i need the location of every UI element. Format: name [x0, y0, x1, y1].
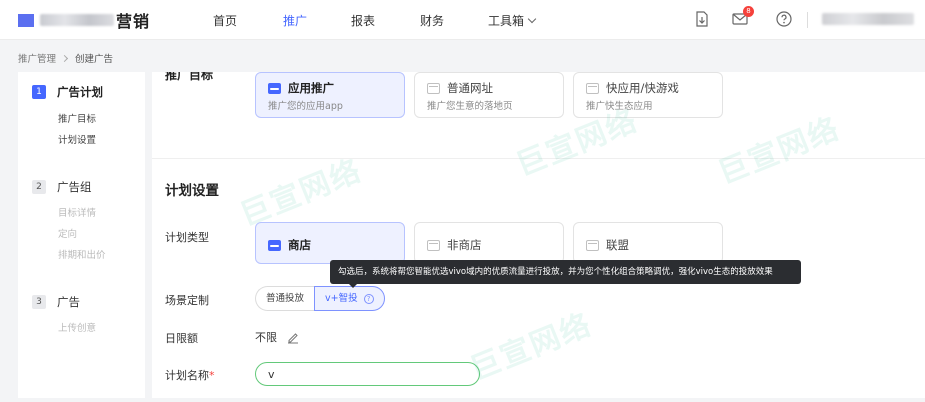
step-sub-upload-creative: 上传创意: [58, 323, 97, 334]
nav-toolbox[interactable]: 工具箱: [488, 12, 537, 29]
step-sub-targeting: 定向: [58, 229, 78, 240]
folder-icon: [586, 82, 599, 94]
plan-type-label: 计划类型: [165, 231, 209, 244]
plan-type-non-store[interactable]: 非商店: [414, 222, 564, 264]
card-title: 快应用/快游戏: [606, 81, 679, 95]
step-title: 广告计划: [57, 85, 103, 99]
breadcrumb: 推广管理 创建广告: [18, 51, 113, 65]
required-mark: *: [209, 369, 215, 382]
logo-mark: [18, 13, 34, 27]
daily-limit-label: 日限额: [165, 332, 198, 345]
logo-text: 营销: [116, 12, 151, 31]
scene-vplus-button[interactable]: v+智投?: [314, 286, 385, 311]
top-navbar: 营销 首页 推广 报表 财务 工具箱 8: [0, 0, 925, 40]
section-title-plan-settings: 计划设置: [165, 183, 219, 199]
step-sub-promotion-goal[interactable]: 推广目标: [58, 111, 96, 125]
logo-redacted-text: [40, 14, 114, 26]
divider: [152, 158, 925, 159]
step-ad-plan[interactable]: 1 广告计划: [32, 84, 103, 100]
nav-promotion[interactable]: 推广: [283, 12, 307, 29]
goal-card-url[interactable]: 普通网址 推广您生意的落地页: [414, 72, 564, 118]
goal-card-quickapp[interactable]: 快应用/快游戏 推广快生态应用: [573, 72, 723, 118]
download-doc-icon[interactable]: [693, 10, 711, 28]
step-ad[interactable]: 3 广告: [32, 294, 80, 310]
tooltip: 勾选后，系统将帮您智能优选vivo域内的优质流量进行投放，并为您个性化组合策略调…: [330, 260, 801, 284]
main-panel: 推广目标 应用推广 推广您的应用app 普通网址 推广您生意的落地页 快应用/快…: [152, 72, 925, 398]
breadcrumb-create-ad: 创建广告: [75, 54, 114, 65]
step-sub-target-details: 目标详情: [58, 208, 97, 219]
card-title: 商店: [288, 238, 311, 252]
card-desc: 推广您的应用app: [268, 101, 343, 112]
plan-type-store[interactable]: 商店: [255, 222, 405, 264]
help-icon[interactable]: [775, 10, 793, 28]
scene-normal-button[interactable]: 普通投放: [255, 286, 315, 311]
goal-label-cut: 推广目标: [165, 72, 214, 82]
user-account-redacted[interactable]: [822, 13, 914, 25]
chevron-down-icon: [527, 14, 537, 24]
plan-name-label: 计划名称*: [165, 367, 215, 383]
step-sub-schedule-bid: 排期和出价: [58, 250, 106, 261]
step-title: 广告: [57, 295, 80, 309]
mail-button[interactable]: 8: [731, 6, 754, 28]
card-title: 应用推广: [288, 81, 334, 95]
question-icon[interactable]: ?: [363, 293, 374, 304]
card-desc: 推广您生意的落地页: [427, 101, 513, 112]
nav-reports[interactable]: 报表: [351, 12, 375, 29]
mail-badge: 8: [743, 6, 754, 17]
step-ad-group[interactable]: 2 广告组: [32, 179, 92, 195]
step-title: 广告组: [57, 180, 92, 194]
folder-icon: [268, 82, 281, 94]
breadcrumb-promotion-management[interactable]: 推广管理: [18, 51, 56, 65]
steps-panel: 1 广告计划 推广目标 计划设置 2 广告组 目标详情 定向 排期和出价 3 广…: [18, 72, 145, 398]
scene-label: 场景定制: [165, 294, 209, 307]
plan-name-label-text: 计划名称: [165, 369, 209, 382]
edit-pencil-icon[interactable]: [286, 330, 300, 344]
tooltip-arrow: [348, 283, 358, 288]
scene-segmented-control: 普通投放 v+智投?: [255, 286, 385, 311]
daily-limit-value: 不限: [255, 329, 300, 345]
scene-vplus-label: v+智投: [325, 293, 358, 304]
logo[interactable]: 营销: [18, 10, 151, 31]
nav-home[interactable]: 首页: [213, 12, 237, 29]
chevron-right-icon: [60, 54, 69, 62]
daily-limit-text: 不限: [255, 331, 277, 344]
folder-icon: [268, 239, 281, 251]
step-number: 2: [32, 180, 46, 194]
divider: [807, 12, 808, 28]
step-number: 3: [32, 295, 46, 309]
plan-type-alliance[interactable]: 联盟: [573, 222, 723, 264]
nav-toolbox-label: 工具箱: [488, 14, 525, 28]
step-sub-plan-settings[interactable]: 计划设置: [58, 132, 96, 146]
folder-icon: [586, 239, 599, 251]
folder-icon: [427, 82, 440, 94]
folder-icon: [427, 239, 440, 251]
goal-card-app[interactable]: 应用推广 推广您的应用app: [255, 72, 405, 118]
plan-name-input[interactable]: [255, 362, 480, 386]
step-number: 1: [32, 85, 46, 99]
nav-finance[interactable]: 财务: [420, 12, 444, 29]
card-desc: 推广快生态应用: [586, 101, 653, 112]
card-title: 联盟: [606, 238, 629, 252]
card-title: 普通网址: [447, 81, 493, 95]
card-title: 非商店: [447, 238, 482, 252]
